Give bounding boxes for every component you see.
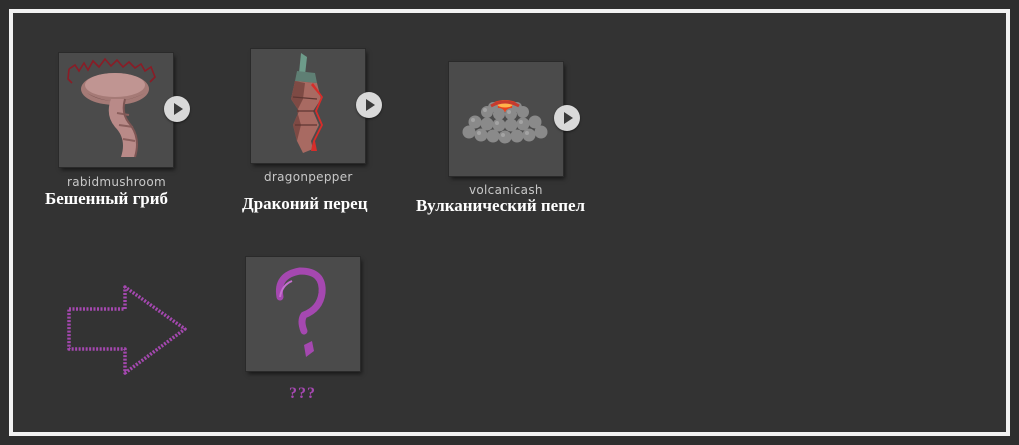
asset-name-mushroom: rabidmushroom (67, 175, 166, 189)
title-pepper: Драконий перец (242, 194, 368, 213)
recipe-panel: rabidmushroom Бешенный гриб dragonpepper… (9, 9, 1010, 436)
ingredient-slot-pepper[interactable] (251, 49, 365, 163)
result-title: ??? (289, 385, 316, 402)
title-mushroom: Бешенный гриб (45, 189, 169, 208)
play-button-pepper[interactable] (356, 92, 382, 118)
question-mark-icon (246, 257, 360, 371)
play-button-mushroom[interactable] (164, 96, 190, 122)
volcanic-ash-icon (449, 62, 563, 176)
asset-name-volcanic-ash: volcanicash (469, 183, 543, 197)
result-slot[interactable] (246, 257, 360, 371)
play-button-volcanic-ash[interactable] (554, 105, 580, 131)
ingredient-slot-volcanic-ash[interactable] (449, 62, 563, 176)
asset-name-pepper: dragonpepper (264, 170, 353, 184)
pepper-icon (251, 49, 365, 163)
title-volcanic-ash: Вулканический пепел (416, 196, 586, 215)
ingredient-slot-mushroom[interactable] (59, 53, 173, 167)
arrow-right-icon (67, 285, 187, 375)
mushroom-icon (59, 53, 173, 167)
